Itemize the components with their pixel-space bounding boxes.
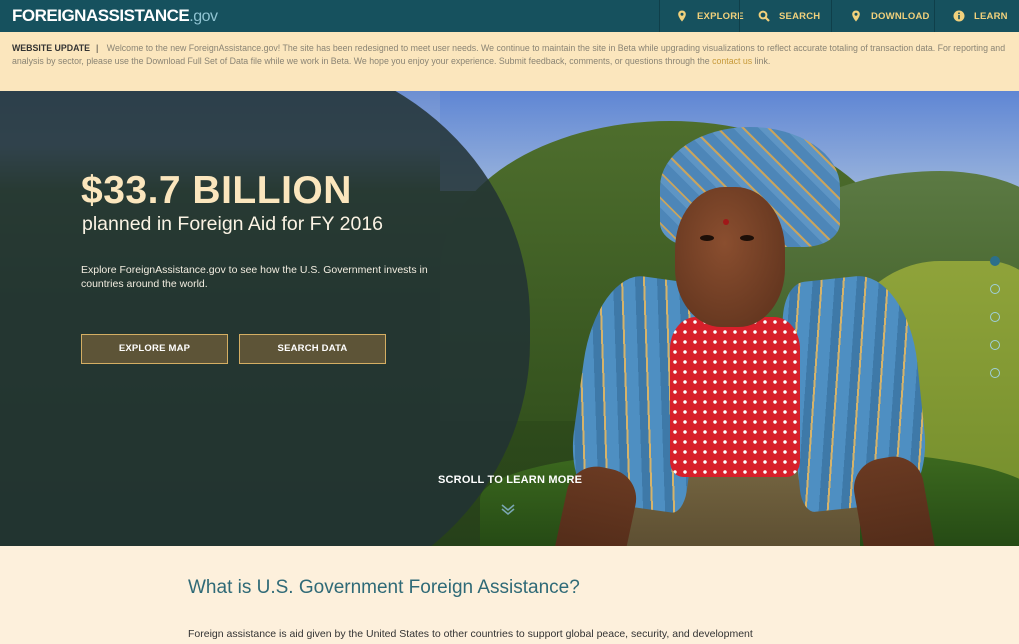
photo-blouse: [670, 317, 800, 477]
nav-download[interactable]: DOWNLOAD: [831, 0, 934, 32]
update-text-tail: link.: [754, 56, 771, 66]
slide-dot[interactable]: [990, 368, 1000, 378]
top-navigation-bar: FOREIGNASSISTANCE.gov EXPLORE SEARCH DOW…: [0, 0, 1019, 32]
nav-search[interactable]: SEARCH: [739, 0, 831, 32]
slide-dot[interactable]: [990, 312, 1000, 322]
map-marker-icon: [676, 10, 688, 22]
photo-eye: [740, 235, 754, 241]
search-icon: [758, 10, 770, 22]
photo-bindi: [723, 219, 729, 225]
website-update-banner: WEBSITE UPDATE | Welcome to the new Forei…: [0, 32, 1019, 91]
photo-face: [675, 187, 785, 327]
about-section: What is U.S. Government Foreign Assistan…: [0, 546, 1019, 644]
logo-main-text: FOREIGNASSISTANCE: [12, 6, 190, 25]
section-text: Foreign assistance is aid given by the U…: [188, 628, 753, 640]
hero-headline: $33.7 BILLION: [81, 169, 352, 212]
nav-search-label: SEARCH: [779, 10, 821, 22]
nav-explore[interactable]: EXPLORE: [659, 0, 744, 32]
hero-subline: planned in Foreign Aid for FY 2016: [82, 213, 384, 235]
update-separator: |: [96, 43, 99, 53]
main-nav: EXPLORE SEARCH DOWNLOAD LEARN: [659, 0, 1019, 32]
nav-learn-label: LEARN: [974, 10, 1008, 22]
nav-explore-label: EXPLORE: [697, 10, 744, 22]
slide-dot[interactable]: [990, 256, 1000, 266]
search-data-button[interactable]: SEARCH DATA: [239, 334, 386, 364]
explore-map-button[interactable]: EXPLORE MAP: [81, 334, 228, 364]
slide-dot[interactable]: [990, 340, 1000, 350]
contact-us-link[interactable]: contact us: [712, 56, 752, 66]
update-label: WEBSITE UPDATE: [12, 43, 91, 53]
update-text: Welcome to the new ForeignAssistance.gov…: [12, 43, 1006, 66]
chevron-down-icon[interactable]: [500, 501, 516, 517]
slide-dot[interactable]: [990, 284, 1000, 294]
info-icon: [953, 10, 965, 22]
nav-learn[interactable]: LEARN: [934, 0, 1019, 32]
map-marker-icon: [850, 10, 862, 22]
nav-download-label: DOWNLOAD: [871, 10, 930, 22]
photo-arm: [849, 451, 941, 546]
hero-section: $33.7 BILLION planned in Foreign Aid for…: [0, 91, 1019, 546]
site-logo[interactable]: FOREIGNASSISTANCE.gov: [12, 7, 218, 26]
slide-pagination: [990, 256, 1000, 396]
hero-photo-woman: [548, 127, 941, 546]
hero-description: Explore ForeignAssistance.gov to see how…: [81, 264, 428, 290]
section-title: What is U.S. Government Foreign Assistan…: [188, 577, 580, 598]
scroll-to-learn-more[interactable]: SCROLL TO LEARN MORE: [438, 474, 582, 486]
logo-suffix-text: .gov: [189, 8, 218, 25]
photo-eye: [700, 235, 714, 241]
